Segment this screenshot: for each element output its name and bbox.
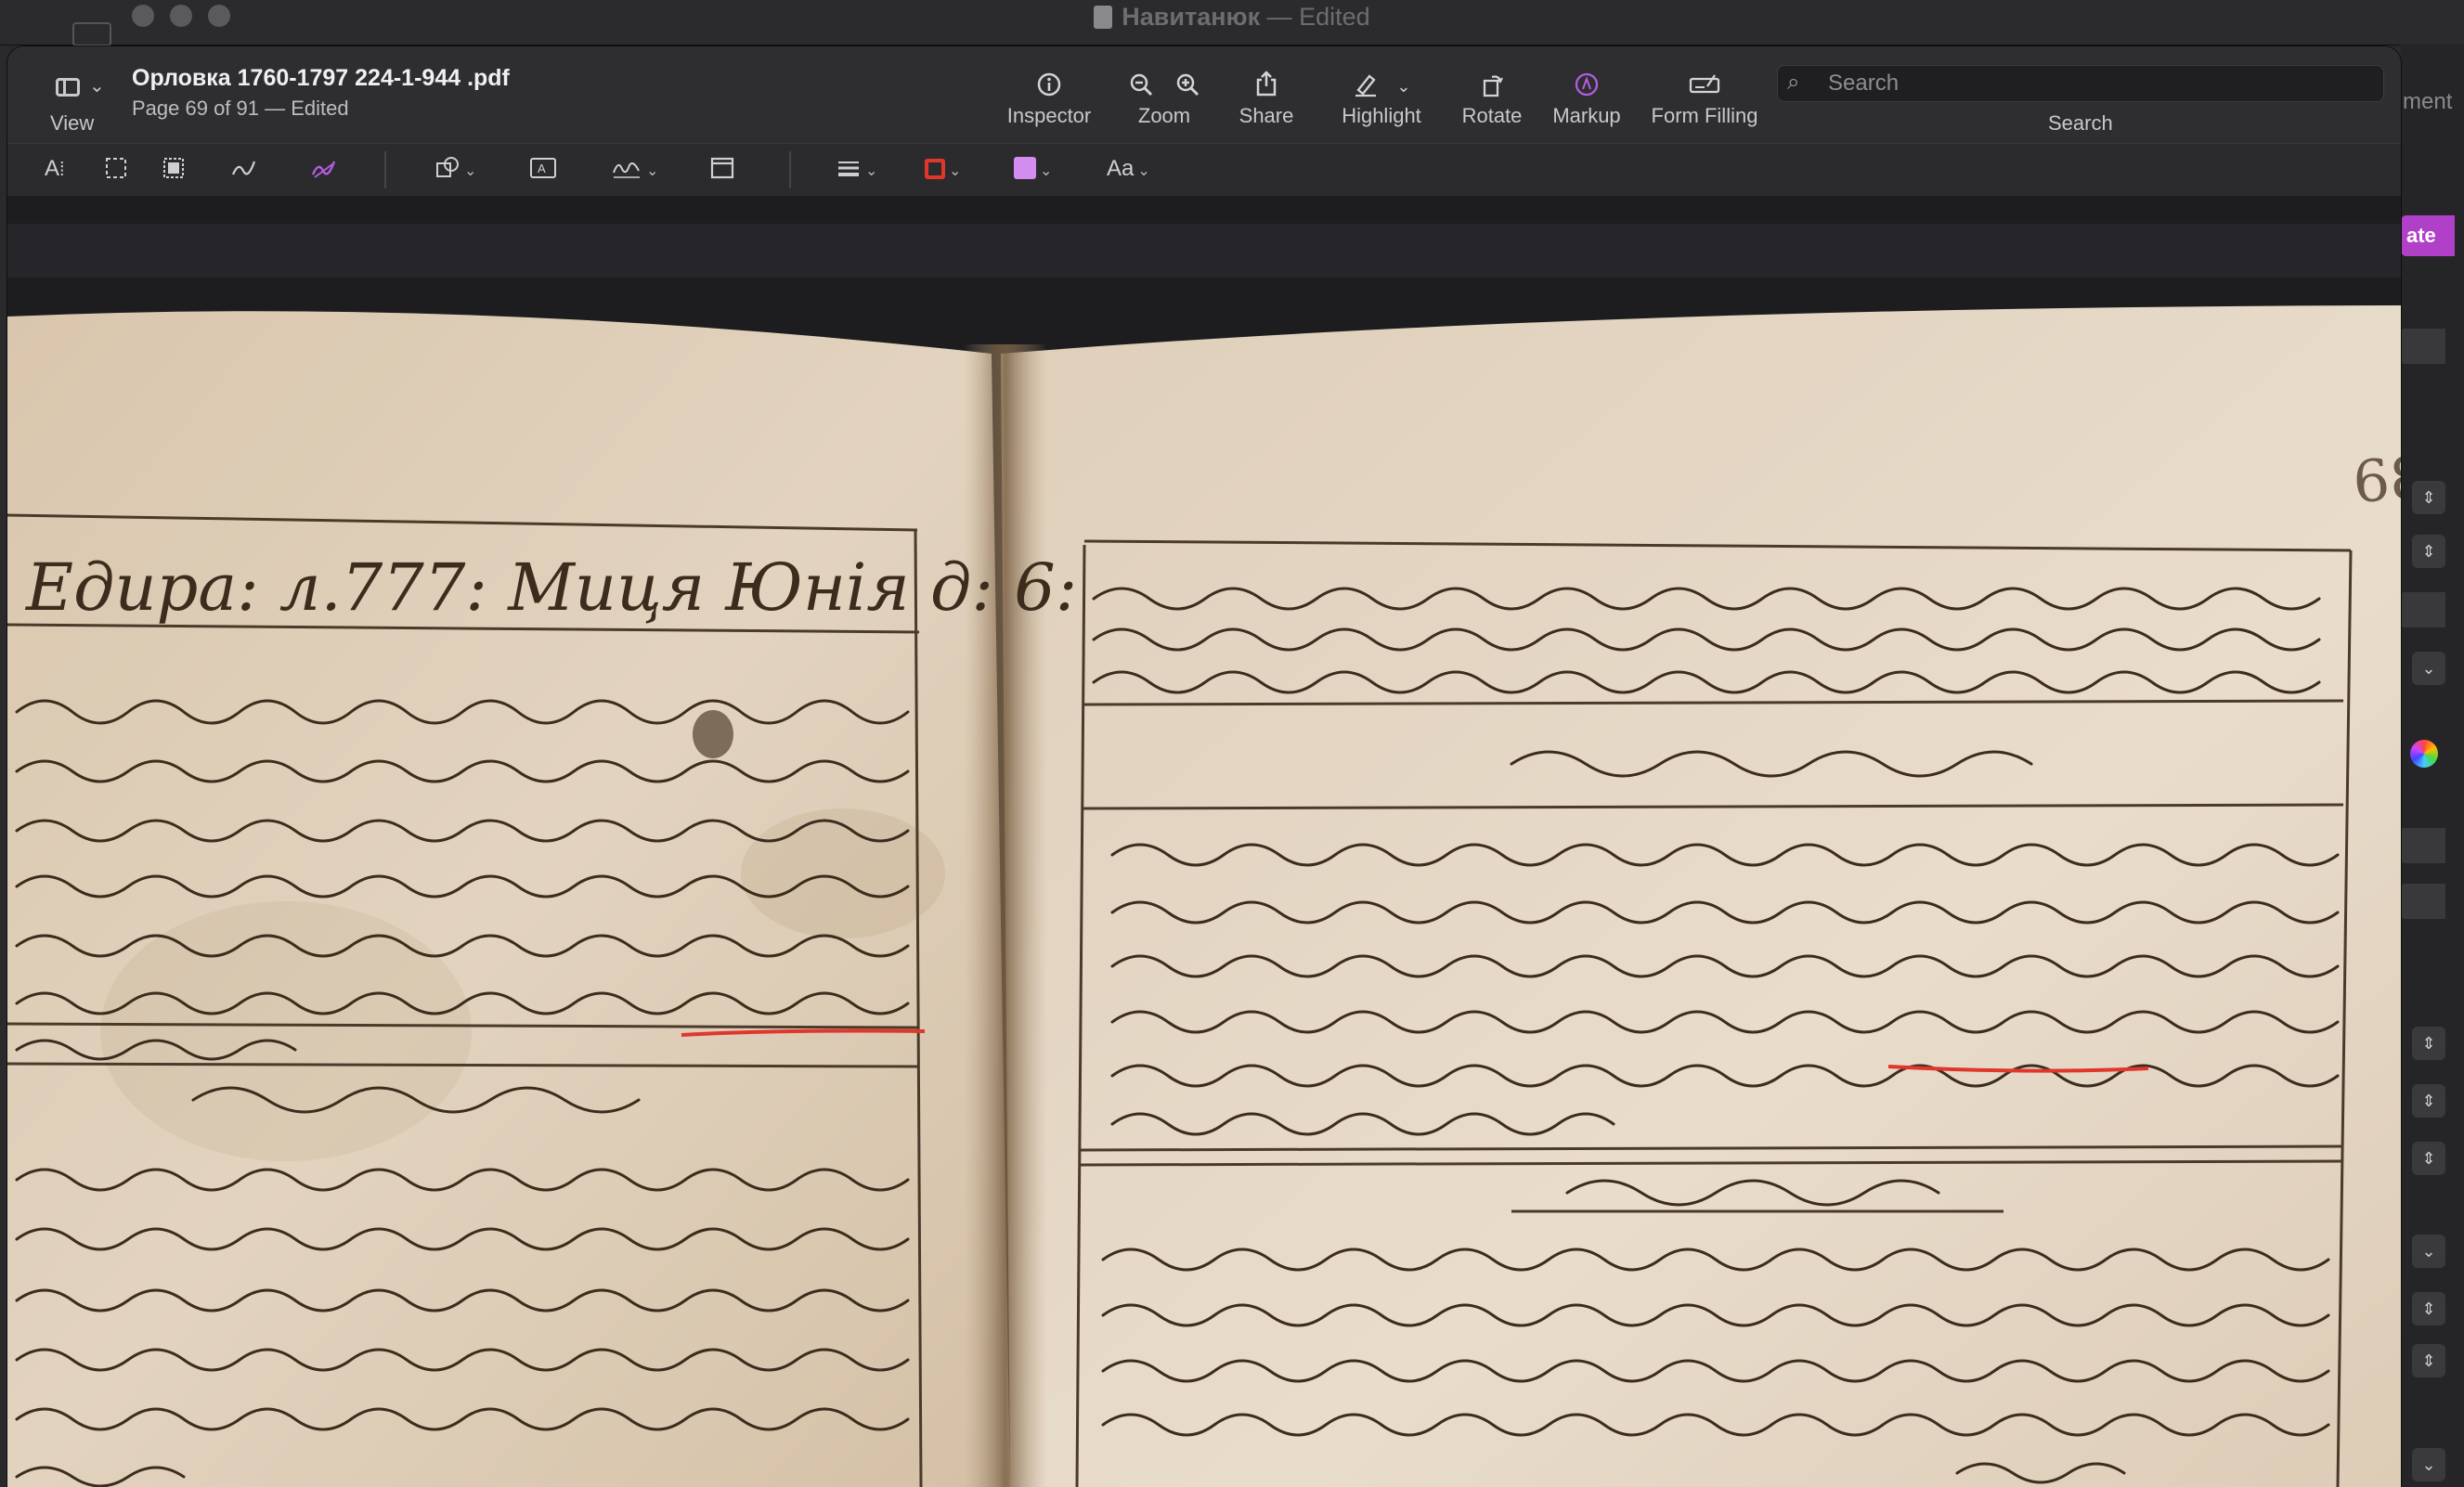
border-color-swatch — [925, 159, 945, 179]
sidebar-toggle-button[interactable]: ⌄ — [46, 72, 111, 104]
background-inspector-panel: ment — [2401, 45, 2464, 1487]
view-label: View — [50, 111, 95, 135]
text-selection-icon[interactable]: A⁞ — [45, 151, 65, 187]
inspector-button[interactable]: Inspector — [993, 63, 1105, 137]
document-subtitle: Page 69 of 91 — Edited — [132, 97, 349, 120]
chevron-down-icon[interactable]: ⌄ — [2412, 1448, 2445, 1481]
stepper-icon[interactable]: ⇕ — [2412, 1142, 2445, 1175]
svg-text:A: A — [538, 162, 546, 175]
left-page-header: Едира: л.777: Миця Юнія д: 6: — [24, 550, 1077, 626]
background-panel-label: ment — [2403, 89, 2453, 114]
draw-icon[interactable] — [310, 151, 336, 187]
chevron-down-icon[interactable]: ⌄ — [2412, 652, 2445, 685]
highlight-label: Highlight — [1342, 104, 1421, 127]
rotate-icon — [1452, 63, 1532, 104]
search-icon: ⌕ — [1787, 70, 1800, 95]
search-field[interactable]: ⌕ — [1777, 65, 2384, 102]
zoom-in-icon[interactable] — [1161, 69, 1200, 97]
highlighter-icon: ⌄ — [1326, 63, 1437, 104]
signature-icon[interactable]: ⌄ — [611, 151, 658, 187]
chevron-down-icon[interactable]: ⌄ — [2412, 1235, 2445, 1268]
sketch-icon[interactable] — [230, 151, 256, 187]
preview-window: ⌄ View Орловка 1760-1797 224-1-944 .pdf … — [7, 46, 2401, 1487]
stepper-icon[interactable]: ⇕ — [2412, 1027, 2445, 1060]
toolbar-divider — [789, 151, 791, 188]
background-panel-field[interactable] — [2401, 828, 2445, 863]
shapes-icon[interactable]: ⌄ — [434, 151, 476, 187]
background-panel-field[interactable] — [2401, 592, 2445, 627]
background-action-button[interactable]: ate — [2401, 215, 2455, 256]
toolbar: ⌄ View Орловка 1760-1797 224-1-944 .pdf … — [7, 46, 2401, 143]
background-panel-field[interactable] — [2401, 884, 2445, 919]
form-filling-icon — [1641, 63, 1768, 104]
highlight-button[interactable]: ⌄ Highlight — [1326, 63, 1437, 137]
color-wheel-icon[interactable] — [2410, 740, 2438, 768]
document-title: Орловка 1760-1797 224-1-944 .pdf — [132, 65, 510, 91]
toolbar-divider — [384, 151, 386, 188]
rotate-label: Rotate — [1461, 104, 1523, 127]
info-icon — [993, 63, 1105, 104]
document-view[interactable]: Едира: л.777: Миця Юнія д: 6: 68 — [7, 196, 2401, 1487]
stepper-icon[interactable]: ⇕ — [2412, 535, 2445, 568]
chevron-down-icon: ⌄ — [949, 163, 962, 179]
smart-lasso-icon[interactable] — [162, 151, 186, 187]
background-panel-field[interactable] — [2401, 329, 2445, 364]
stepper-icon[interactable]: ⇕ — [2412, 1084, 2445, 1118]
page-margin-number: 68 — [2351, 444, 2401, 516]
markup-toolbar: A⁞ ⌄ A ⌄ ⌄ ⌄ ⌄ Aa ⌄ — [7, 143, 2401, 197]
zoom-control[interactable]: Zoom — [1118, 63, 1211, 137]
form-filling-button[interactable]: Form Filling — [1641, 63, 1768, 137]
share-label: Share — [1238, 104, 1294, 127]
background-title-text: Навитанюк — [1122, 3, 1261, 31]
inspector-label: Inspector — [1006, 104, 1092, 127]
markup-button[interactable]: Markup — [1545, 63, 1628, 137]
rect-selection-icon[interactable] — [104, 151, 128, 187]
stepper-icon[interactable]: ⇕ — [2412, 1344, 2445, 1377]
form-filling-label: Form Filling — [1651, 104, 1758, 127]
chevron-down-icon: ⌄ — [646, 163, 659, 179]
border-color-icon[interactable]: ⌄ — [925, 151, 961, 187]
search-label: Search — [2048, 111, 2113, 135]
stepper-icon[interactable]: ⇕ — [2412, 481, 2445, 514]
chevron-down-icon: ⌄ — [1137, 163, 1150, 179]
markup-label: Markup — [1552, 104, 1621, 127]
sidebar-icon — [56, 78, 80, 97]
fill-color-swatch — [1014, 157, 1036, 179]
chevron-down-icon[interactable]: ⌄ — [1396, 77, 1410, 96]
scanned-page-image: Едира: л.777: Миця Юнія д: 6: 68 — [7, 196, 2401, 1487]
markup-pen-icon — [1545, 63, 1628, 104]
zoom-out-icon[interactable] — [1128, 69, 1154, 97]
note-icon[interactable] — [709, 151, 735, 187]
background-titlebar: Навитанюк — Edited — [0, 0, 2464, 46]
chevron-down-icon: ⌄ — [464, 163, 477, 179]
background-title-suffix: — Edited — [1266, 3, 1370, 31]
search-input[interactable] — [1826, 68, 2368, 99]
chevron-down-icon: ⌄ — [865, 163, 878, 179]
text-style-label: Aa — [1107, 156, 1135, 181]
stepper-icon[interactable]: ⇕ — [2412, 1292, 2445, 1325]
rotate-button[interactable]: Rotate — [1452, 63, 1532, 137]
zoom-icons — [1118, 63, 1211, 104]
chevron-down-icon: ⌄ — [1040, 163, 1053, 179]
text-box-icon[interactable]: A — [529, 151, 557, 187]
zoom-label: Zoom — [1137, 104, 1191, 127]
background-window-title: Навитанюк — Edited — [0, 0, 2464, 37]
text-style-icon[interactable]: Aa ⌄ — [1107, 151, 1150, 187]
fill-color-icon[interactable]: ⌄ — [1014, 151, 1052, 187]
share-icon — [1229, 63, 1303, 104]
share-button[interactable]: Share — [1229, 63, 1303, 137]
document-icon — [1094, 6, 1113, 29]
line-style-icon[interactable]: ⌄ — [836, 151, 877, 187]
chevron-down-icon: ⌄ — [89, 76, 105, 97]
